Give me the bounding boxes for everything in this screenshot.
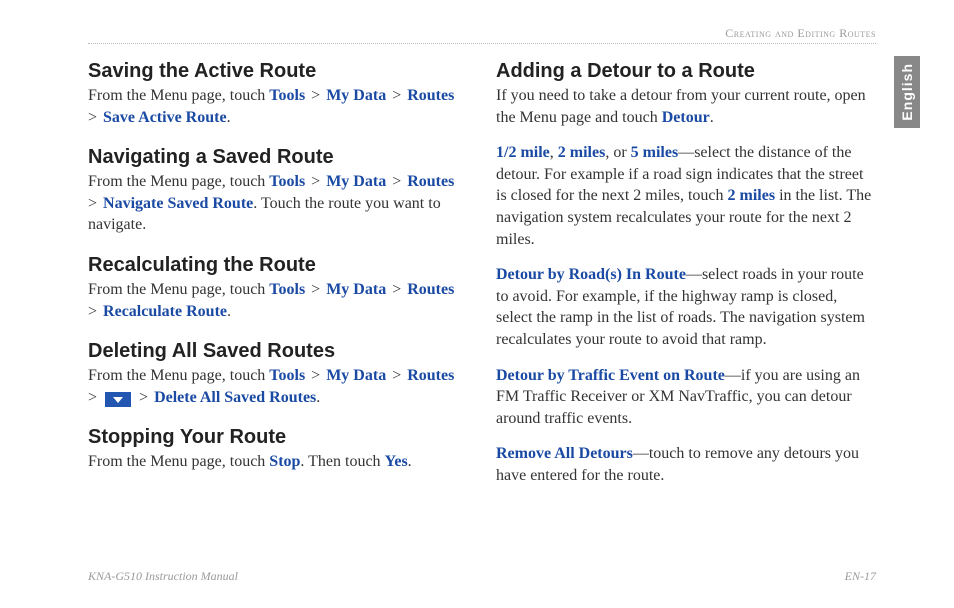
link-two-miles[interactable]: 2 miles bbox=[558, 144, 606, 161]
link-routes[interactable]: Routes bbox=[407, 281, 454, 298]
heading-stop-route: Stopping Your Route bbox=[88, 426, 468, 449]
footer-manual-title: KNA-G510 Instruction Manual bbox=[88, 569, 238, 584]
text-detour-distance: 1/2 mile, 2 miles, or 5 miles—select the… bbox=[496, 142, 876, 250]
link-tools[interactable]: Tools bbox=[269, 281, 305, 298]
link-two-miles-inline[interactable]: 2 miles bbox=[728, 187, 776, 204]
link-delete-all-saved-routes[interactable]: Delete All Saved Routes bbox=[154, 389, 316, 406]
link-stop[interactable]: Stop bbox=[269, 453, 300, 470]
link-detour-by-traffic[interactable]: Detour by Traffic Event on Route bbox=[496, 367, 725, 384]
page-footer: KNA-G510 Instruction Manual EN-17 bbox=[88, 569, 876, 584]
heading-recalculate: Recalculating the Route bbox=[88, 254, 468, 277]
link-remove-all-detours[interactable]: Remove All Detours bbox=[496, 445, 633, 462]
content-columns: Saving the Active Route From the Menu pa… bbox=[88, 60, 876, 501]
section-navigate-saved: Navigating a Saved Route From the Menu p… bbox=[88, 146, 468, 236]
language-tab-label: English bbox=[899, 63, 915, 121]
text-remove-detours: Remove All Detours—touch to remove any d… bbox=[496, 443, 876, 486]
text-stop-route: From the Menu page, touch Stop. Then tou… bbox=[88, 451, 468, 473]
dropdown-icon[interactable] bbox=[105, 392, 131, 407]
right-column: Adding a Detour to a Route If you need t… bbox=[496, 60, 876, 501]
section-delete-all: Deleting All Saved Routes From the Menu … bbox=[88, 340, 468, 408]
link-tools[interactable]: Tools bbox=[269, 367, 305, 384]
link-detour-by-roads[interactable]: Detour by Road(s) In Route bbox=[496, 266, 686, 283]
footer-page-number: EN-17 bbox=[845, 569, 876, 584]
heading-save-active: Saving the Active Route bbox=[88, 60, 468, 83]
link-tools[interactable]: Tools bbox=[269, 173, 305, 190]
heading-add-detour: Adding a Detour to a Route bbox=[496, 60, 876, 83]
text-save-active: From the Menu page, touch Tools > My Dat… bbox=[88, 85, 468, 128]
link-my-data[interactable]: My Data bbox=[326, 87, 386, 104]
link-routes[interactable]: Routes bbox=[407, 173, 454, 190]
text-detour-traffic: Detour by Traffic Event on Route—if you … bbox=[496, 365, 876, 430]
link-five-miles[interactable]: 5 miles bbox=[631, 144, 679, 161]
section-stop-route: Stopping Your Route From the Menu page, … bbox=[88, 426, 468, 473]
heading-delete-all: Deleting All Saved Routes bbox=[88, 340, 468, 363]
chapter-heading: Creating and Editing Routes bbox=[88, 26, 876, 44]
link-recalculate-route[interactable]: Recalculate Route bbox=[103, 303, 227, 320]
heading-navigate-saved: Navigating a Saved Route bbox=[88, 146, 468, 169]
text-delete-all: From the Menu page, touch Tools > My Dat… bbox=[88, 365, 468, 408]
language-tab: English bbox=[894, 56, 920, 128]
link-navigate-saved-route[interactable]: Navigate Saved Route bbox=[103, 195, 253, 212]
link-routes[interactable]: Routes bbox=[407, 367, 454, 384]
link-half-mile[interactable]: 1/2 mile bbox=[496, 144, 550, 161]
link-yes[interactable]: Yes bbox=[385, 453, 408, 470]
text-detour-roads: Detour by Road(s) In Route—select roads … bbox=[496, 264, 876, 350]
text-recalculate: From the Menu page, touch Tools > My Dat… bbox=[88, 279, 468, 322]
link-my-data[interactable]: My Data bbox=[326, 367, 386, 384]
text-detour-intro: If you need to take a detour from your c… bbox=[496, 85, 876, 128]
link-tools[interactable]: Tools bbox=[269, 87, 305, 104]
left-column: Saving the Active Route From the Menu pa… bbox=[88, 60, 468, 501]
section-save-active: Saving the Active Route From the Menu pa… bbox=[88, 60, 468, 128]
link-my-data[interactable]: My Data bbox=[326, 173, 386, 190]
link-my-data[interactable]: My Data bbox=[326, 281, 386, 298]
text-navigate-saved: From the Menu page, touch Tools > My Dat… bbox=[88, 171, 468, 236]
link-detour[interactable]: Detour bbox=[662, 109, 710, 126]
section-recalculate: Recalculating the Route From the Menu pa… bbox=[88, 254, 468, 322]
link-routes[interactable]: Routes bbox=[407, 87, 454, 104]
link-save-active-route[interactable]: Save Active Route bbox=[103, 109, 227, 126]
